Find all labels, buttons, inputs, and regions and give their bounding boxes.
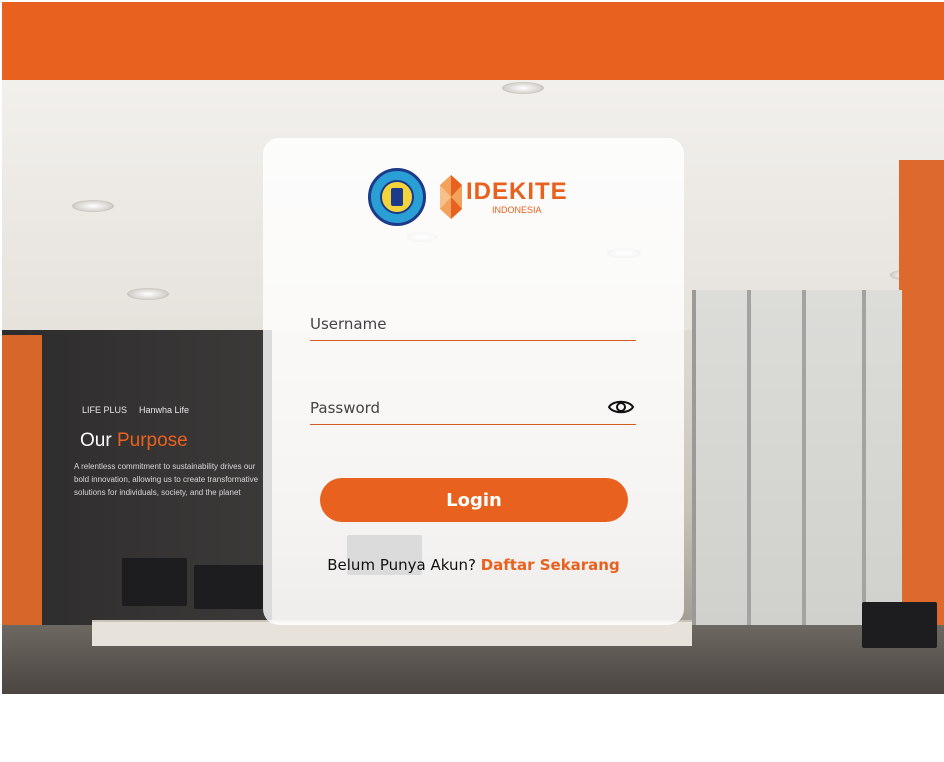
signup-prompt: Belum Punya Akun? (327, 556, 476, 574)
life-plus-logo: LIFE PLUS (82, 405, 128, 415)
wall-title-accent: Purpose (116, 430, 188, 451)
idekite-logo: IDEKITE INDONESIA (440, 175, 568, 219)
wall-title-prefix: Our (80, 430, 112, 451)
eye-icon[interactable] (608, 398, 634, 416)
login-card: IDEKITE INDONESIA Login Belum Punya Akun… (263, 138, 684, 625)
orange-wall-left (2, 335, 42, 635)
monitor (122, 558, 187, 606)
ceiling-light (72, 200, 114, 212)
ceiling-light (127, 288, 169, 300)
signup-row: Belum Punya Akun? Daftar Sekarang (263, 556, 684, 574)
monitor (194, 565, 264, 609)
hanwha-life-logo: Hanwha Life (139, 405, 190, 415)
idekite-mark-icon (440, 175, 462, 219)
glass-frame (747, 290, 751, 660)
ceiling-light (502, 82, 544, 94)
orange-wall-right (899, 160, 944, 630)
signup-link[interactable]: Daftar Sekarang (481, 556, 620, 574)
username-input[interactable] (310, 314, 636, 333)
password-input[interactable] (310, 398, 636, 417)
seal-emblem (380, 180, 414, 214)
username-field (310, 307, 636, 341)
wall-body-text: A relentless commitment to sustainabilit… (74, 462, 259, 497)
header-bar (2, 2, 944, 80)
password-field (310, 391, 636, 425)
laptop (862, 602, 937, 648)
seal-core (391, 188, 403, 206)
institution-seal-logo (368, 168, 426, 226)
wall-title: Our Purpose (80, 430, 188, 452)
idekite-wordmark: IDEKITE INDONESIA (466, 177, 568, 215)
brand-name: IDEKITE (466, 177, 568, 205)
glass-frame (802, 290, 806, 660)
brand-sub: INDONESIA (492, 204, 542, 215)
wall-logos: LIFE PLUS Hanwha Life (82, 405, 189, 415)
logo-row: IDEKITE INDONESIA (368, 168, 568, 226)
login-button[interactable]: Login (320, 478, 628, 522)
login-page: LIFE PLUS Hanwha Life Our Purpose A rele… (0, 0, 944, 762)
